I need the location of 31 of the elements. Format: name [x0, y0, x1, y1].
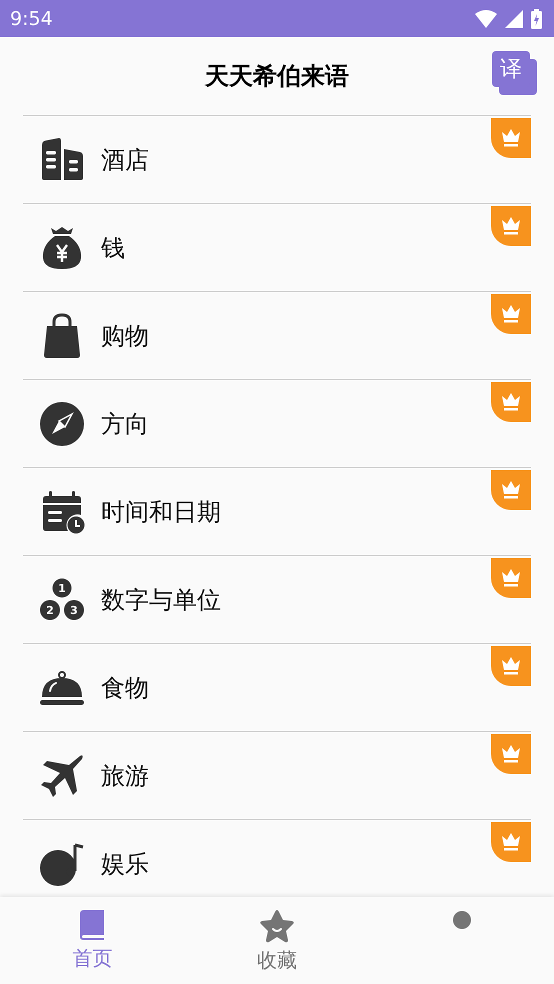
- category-label: 时间和日期: [101, 496, 221, 528]
- category-item[interactable]: 酒店: [23, 115, 531, 203]
- category-label: 旅游: [101, 760, 149, 792]
- status-time: 9:54: [10, 8, 53, 30]
- category-label: 酒店: [101, 144, 149, 176]
- category-item[interactable]: 钱: [23, 203, 531, 291]
- category-item[interactable]: 时间和日期: [23, 467, 531, 555]
- app-title: 天天希伯来语: [205, 61, 349, 92]
- category-label: 钱: [101, 232, 125, 264]
- signal-icon: [505, 10, 523, 28]
- category-label: 食物: [101, 672, 149, 704]
- category-label: 数字与单位: [101, 584, 221, 616]
- compass-icon: [39, 400, 85, 446]
- category-item[interactable]: 方向: [23, 379, 531, 467]
- category-label: 方向: [101, 408, 149, 440]
- nav-tab[interactable]: 收藏: [184, 897, 370, 984]
- disc-note-icon: [39, 840, 85, 886]
- category-item[interactable]: 食物: [23, 643, 531, 731]
- star-icon: [259, 909, 295, 943]
- wifi-icon: [475, 10, 497, 28]
- category-item[interactable]: 购物: [23, 291, 531, 379]
- airplane-icon: [39, 752, 85, 798]
- building-icon: [39, 136, 85, 182]
- nav-tab[interactable]: 首页: [0, 897, 185, 984]
- category-item[interactable]: 1 2 3 数字与单位: [23, 555, 531, 643]
- category-label: 娱乐: [101, 848, 149, 880]
- category-item[interactable]: 旅游: [23, 731, 531, 819]
- battery-icon: [531, 8, 542, 28]
- dot-icon: [452, 911, 471, 929]
- category-label: 购物: [101, 320, 149, 352]
- translate-button[interactable]: 译: [492, 51, 530, 87]
